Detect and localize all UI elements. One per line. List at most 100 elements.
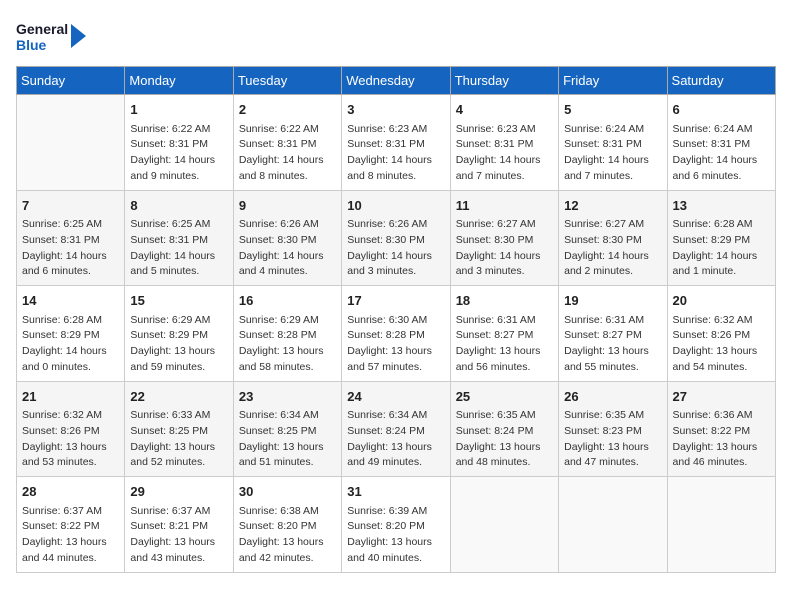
day-number: 13 — [673, 196, 770, 216]
day-number: 2 — [239, 100, 336, 120]
calendar-cell: 7Sunrise: 6:25 AMSunset: 8:31 PMDaylight… — [17, 190, 125, 286]
calendar-cell: 19Sunrise: 6:31 AMSunset: 8:27 PMDayligh… — [559, 286, 667, 382]
header-row: SundayMondayTuesdayWednesdayThursdayFrid… — [17, 67, 776, 95]
calendar-header: SundayMondayTuesdayWednesdayThursdayFrid… — [17, 67, 776, 95]
day-number: 15 — [130, 291, 227, 311]
day-info: Sunrise: 6:26 AMSunset: 8:30 PMDaylight:… — [239, 217, 336, 280]
calendar-cell: 29Sunrise: 6:37 AMSunset: 8:21 PMDayligh… — [125, 477, 233, 573]
day-info: Sunrise: 6:25 AMSunset: 8:31 PMDaylight:… — [130, 217, 227, 280]
week-row-2: 7 Sunrise: 6:25 AMSunset: 8:31 PMDaylight… — [17, 190, 776, 286]
calendar-cell: 23Sunrise: 6:34 AMSunset: 8:25 PMDayligh… — [233, 381, 341, 477]
day-number: 11 — [456, 196, 553, 216]
day-number: 21 — [22, 387, 119, 407]
day-info: Sunrise: 6:35 AMSunset: 8:23 PMDaylight:… — [564, 408, 661, 471]
calendar-cell: 22Sunrise: 6:33 AMSunset: 8:25 PMDayligh… — [125, 381, 233, 477]
header-day-tuesday: Tuesday — [233, 67, 341, 95]
calendar-cell: 2Sunrise: 6:22 AMSunset: 8:31 PMDaylight… — [233, 95, 341, 191]
header-day-wednesday: Wednesday — [342, 67, 450, 95]
day-number: 6 — [673, 100, 770, 120]
day-number: 24 — [347, 387, 444, 407]
calendar-cell: 18Sunrise: 6:31 AMSunset: 8:27 PMDayligh… — [450, 286, 558, 382]
calendar-cell: 11Sunrise: 6:27 AMSunset: 8:30 PMDayligh… — [450, 190, 558, 286]
logo-icon: GeneralBlue — [16, 16, 96, 56]
week-row-5: 28Sunrise: 6:37 AMSunset: 8:22 PMDayligh… — [17, 477, 776, 573]
header-day-thursday: Thursday — [450, 67, 558, 95]
day-info: Sunrise: 6:34 AMSunset: 8:25 PMDaylight:… — [239, 408, 336, 471]
day-info: Sunrise: 6:39 AMSunset: 8:20 PMDaylight:… — [347, 504, 444, 567]
day-info: Sunrise: 6:27 AMSunset: 8:30 PMDaylight:… — [456, 217, 553, 280]
day-number: 7 — [22, 196, 119, 216]
day-info: Sunrise: 6:37 AMSunset: 8:22 PMDaylight:… — [22, 504, 119, 567]
day-info: Sunrise: 6:31 AMSunset: 8:27 PMDaylight:… — [456, 313, 553, 376]
day-number: 4 — [456, 100, 553, 120]
day-number: 22 — [130, 387, 227, 407]
calendar-cell: 21Sunrise: 6:32 AMSunset: 8:26 PMDayligh… — [17, 381, 125, 477]
day-number: 29 — [130, 482, 227, 502]
calendar-cell: 16Sunrise: 6:29 AMSunset: 8:28 PMDayligh… — [233, 286, 341, 382]
calendar-cell — [559, 477, 667, 573]
day-info: Sunrise: 6:30 AMSunset: 8:28 PMDaylight:… — [347, 313, 444, 376]
calendar-cell: 9Sunrise: 6:26 AMSunset: 8:30 PMDaylight… — [233, 190, 341, 286]
day-info: Sunrise: 6:28 AMSunset: 8:29 PMDaylight:… — [22, 313, 119, 376]
day-number: 17 — [347, 291, 444, 311]
calendar-table: SundayMondayTuesdayWednesdayThursdayFrid… — [16, 66, 776, 573]
day-number: 19 — [564, 291, 661, 311]
day-number: 1 — [130, 100, 227, 120]
calendar-cell — [17, 95, 125, 191]
calendar-cell: 17Sunrise: 6:30 AMSunset: 8:28 PMDayligh… — [342, 286, 450, 382]
header-day-sunday: Sunday — [17, 67, 125, 95]
calendar-body: 1Sunrise: 6:22 AMSunset: 8:31 PMDaylight… — [17, 95, 776, 573]
calendar-cell: 20Sunrise: 6:32 AMSunset: 8:26 PMDayligh… — [667, 286, 775, 382]
day-info: Sunrise: 6:29 AMSunset: 8:29 PMDaylight:… — [130, 313, 227, 376]
day-number: 27 — [673, 387, 770, 407]
calendar-cell: 13Sunrise: 6:28 AMSunset: 8:29 PMDayligh… — [667, 190, 775, 286]
calendar-cell — [450, 477, 558, 573]
week-row-3: 14Sunrise: 6:28 AMSunset: 8:29 PMDayligh… — [17, 286, 776, 382]
day-number: 20 — [673, 291, 770, 311]
logo: GeneralBlue — [16, 16, 96, 56]
calendar-cell: 30Sunrise: 6:38 AMSunset: 8:20 PMDayligh… — [233, 477, 341, 573]
svg-text:Blue: Blue — [16, 37, 47, 53]
calendar-cell: 31Sunrise: 6:39 AMSunset: 8:20 PMDayligh… — [342, 477, 450, 573]
day-info: Sunrise: 6:35 AMSunset: 8:24 PMDaylight:… — [456, 408, 553, 471]
calendar-cell: 24Sunrise: 6:34 AMSunset: 8:24 PMDayligh… — [342, 381, 450, 477]
day-number: 12 — [564, 196, 661, 216]
day-info: Sunrise: 6:22 AMSunset: 8:31 PMDaylight:… — [130, 122, 227, 185]
calendar-cell: 8Sunrise: 6:25 AMSunset: 8:31 PMDaylight… — [125, 190, 233, 286]
week-row-1: 1Sunrise: 6:22 AMSunset: 8:31 PMDaylight… — [17, 95, 776, 191]
header-day-monday: Monday — [125, 67, 233, 95]
calendar-cell: 3Sunrise: 6:23 AMSunset: 8:31 PMDaylight… — [342, 95, 450, 191]
day-info: Sunrise: 6:23 AMSunset: 8:31 PMDaylight:… — [347, 122, 444, 185]
day-info: Sunrise: 6:38 AMSunset: 8:20 PMDaylight:… — [239, 504, 336, 567]
day-info: Sunrise: 6:31 AMSunset: 8:27 PMDaylight:… — [564, 313, 661, 376]
calendar-cell: 6Sunrise: 6:24 AMSunset: 8:31 PMDaylight… — [667, 95, 775, 191]
calendar-cell: 28Sunrise: 6:37 AMSunset: 8:22 PMDayligh… — [17, 477, 125, 573]
day-number: 26 — [564, 387, 661, 407]
header-day-saturday: Saturday — [667, 67, 775, 95]
day-number: 25 — [456, 387, 553, 407]
day-info: Sunrise: 6:26 AMSunset: 8:30 PMDaylight:… — [347, 217, 444, 280]
day-number: 10 — [347, 196, 444, 216]
header-day-friday: Friday — [559, 67, 667, 95]
calendar-cell: 10Sunrise: 6:26 AMSunset: 8:30 PMDayligh… — [342, 190, 450, 286]
day-number: 31 — [347, 482, 444, 502]
calendar-cell: 27Sunrise: 6:36 AMSunset: 8:22 PMDayligh… — [667, 381, 775, 477]
day-number: 28 — [22, 482, 119, 502]
svg-text:General: General — [16, 21, 68, 37]
day-number: 3 — [347, 100, 444, 120]
day-info: Sunrise: 6:28 AMSunset: 8:29 PMDaylight:… — [673, 217, 770, 280]
calendar-cell: 25Sunrise: 6:35 AMSunset: 8:24 PMDayligh… — [450, 381, 558, 477]
calendar-cell: 4Sunrise: 6:23 AMSunset: 8:31 PMDaylight… — [450, 95, 558, 191]
day-number: 14 — [22, 291, 119, 311]
day-number: 18 — [456, 291, 553, 311]
day-number: 5 — [564, 100, 661, 120]
calendar-cell: 1Sunrise: 6:22 AMSunset: 8:31 PMDaylight… — [125, 95, 233, 191]
day-info: Sunrise: 6:29 AMSunset: 8:28 PMDaylight:… — [239, 313, 336, 376]
day-info: Sunrise: 6:37 AMSunset: 8:21 PMDaylight:… — [130, 504, 227, 567]
day-info: Sunrise: 6:33 AMSunset: 8:25 PMDaylight:… — [130, 408, 227, 471]
calendar-cell: 14Sunrise: 6:28 AMSunset: 8:29 PMDayligh… — [17, 286, 125, 382]
week-row-4: 21Sunrise: 6:32 AMSunset: 8:26 PMDayligh… — [17, 381, 776, 477]
day-number: 9 — [239, 196, 336, 216]
day-info: Sunrise: 6:32 AMSunset: 8:26 PMDaylight:… — [673, 313, 770, 376]
day-number: 8 — [130, 196, 227, 216]
